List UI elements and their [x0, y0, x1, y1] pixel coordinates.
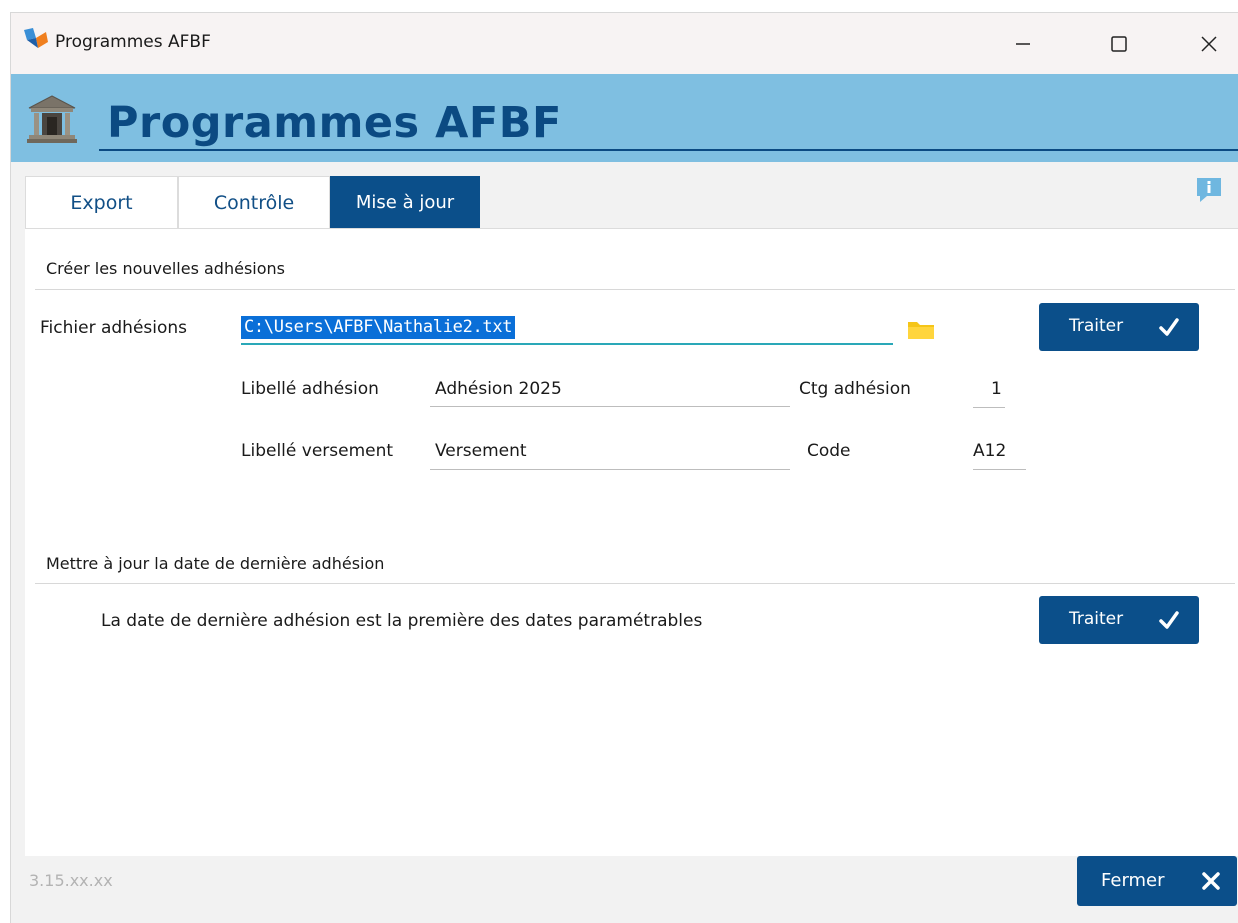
section-title-update: Mettre à jour la date de dernière adhési… [46, 554, 385, 573]
title-bar: Programmes AFBF [11, 13, 1238, 74]
maximize-button[interactable] [1089, 13, 1149, 74]
ctg-adhesion-underline [973, 407, 1005, 408]
libelle-versement-field[interactable]: Versement [435, 441, 527, 461]
tab-export[interactable]: Export [25, 176, 178, 228]
tab-controle[interactable]: Contrôle [178, 176, 330, 228]
checkmark-icon [1159, 611, 1179, 629]
ctg-adhesion-field[interactable]: 1 [991, 379, 1002, 399]
app-window: Programmes AFBF Programmes AFBF Export C… [10, 12, 1238, 923]
traiter-button-label: Traiter [1069, 609, 1124, 629]
folder-icon[interactable] [907, 319, 935, 341]
file-label: Fichier adhésions [40, 318, 188, 338]
tab-bar: Export Contrôle Mise à jour [25, 176, 480, 228]
maximize-icon [1111, 35, 1127, 52]
update-description: La date de dernière adhésion est la prem… [101, 611, 703, 631]
libelle-versement-underline [430, 469, 790, 470]
fermer-button[interactable]: Fermer [1077, 856, 1237, 906]
traiter-button-create[interactable]: Traiter [1039, 303, 1199, 351]
ctg-adhesion-label: Ctg adhésion [799, 379, 911, 399]
close-icon [1201, 35, 1217, 52]
code-underline [973, 469, 1026, 470]
libelle-versement-label: Libellé versement [241, 441, 394, 461]
content-panel: Créer les nouvelles adhésions Fichier ad… [25, 228, 1238, 856]
close-window-button[interactable] [1179, 13, 1238, 74]
app-logo-icon [24, 28, 48, 48]
fermer-button-label: Fermer [1101, 870, 1165, 891]
minimize-button[interactable] [993, 13, 1053, 74]
libelle-adhesion-field[interactable]: Adhésion 2025 [435, 379, 562, 399]
section-divider [35, 289, 1235, 290]
tab-mise-a-jour[interactable]: Mise à jour [330, 176, 480, 228]
page-title: Programmes AFBF [107, 98, 562, 148]
info-icon[interactable] [1194, 176, 1224, 204]
file-path-input[interactable]: C:\Users\AFBF\Nathalie2.txt [241, 316, 893, 345]
bank-icon [27, 95, 77, 143]
libelle-adhesion-underline [430, 406, 790, 407]
libelle-adhesion-label: Libellé adhésion [241, 379, 379, 399]
minimize-icon [1016, 42, 1030, 45]
traiter-button-update[interactable]: Traiter [1039, 596, 1199, 644]
traiter-button-label: Traiter [1069, 316, 1124, 336]
section-title-create: Créer les nouvelles adhésions [46, 259, 285, 278]
checkmark-icon [1159, 318, 1179, 336]
version-label: 3.15.xx.xx [29, 871, 113, 890]
header-underline [99, 149, 1238, 151]
code-label: Code [807, 441, 851, 461]
section-divider [35, 583, 1235, 584]
code-field[interactable]: A12 [973, 441, 1006, 461]
window-title: Programmes AFBF [55, 32, 211, 52]
file-path-value: C:\Users\AFBF\Nathalie2.txt [241, 316, 516, 339]
close-icon [1202, 872, 1220, 890]
